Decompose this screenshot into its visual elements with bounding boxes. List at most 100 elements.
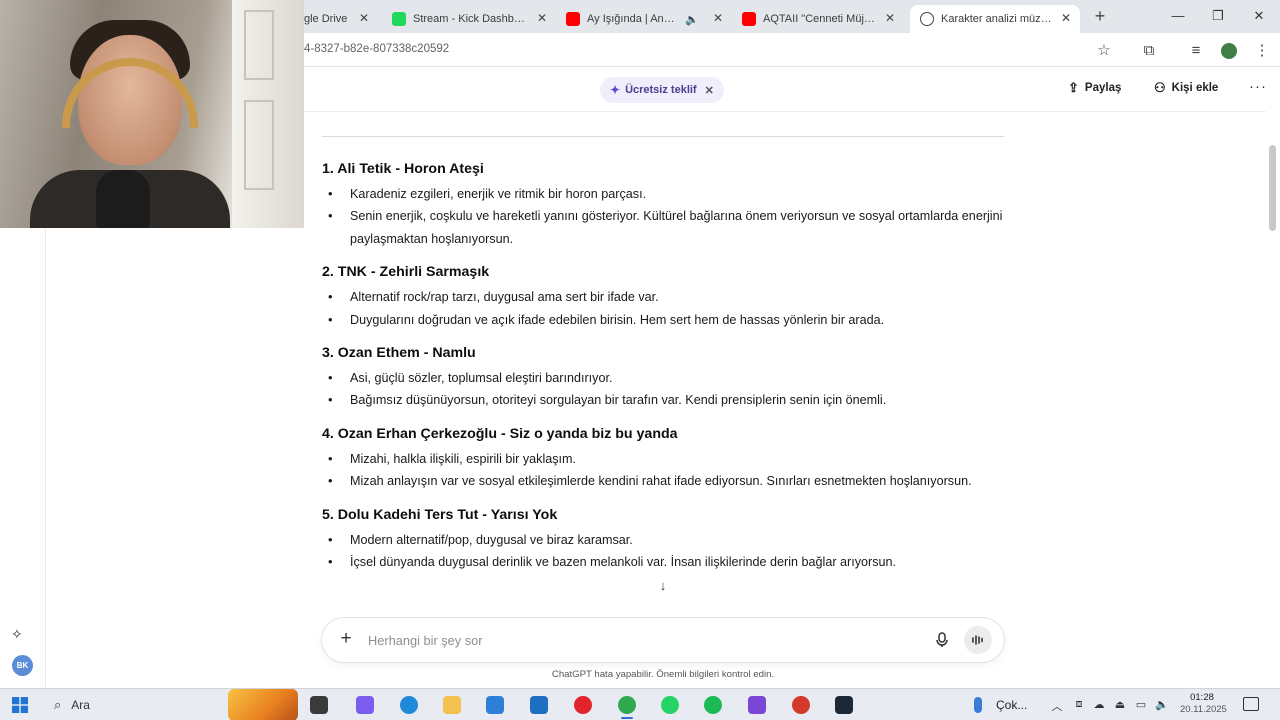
close-icon[interactable]: ✕ bbox=[710, 11, 726, 25]
media-control-icon[interactable]: ≡ bbox=[1186, 41, 1206, 61]
chevron-up-icon[interactable]: ︿ bbox=[1050, 698, 1064, 714]
tray-app-icon[interactable]: ⧈ bbox=[1072, 698, 1086, 711]
taskbar: ⌕ Ara Çok... ︿ ⧈ ☁ ⏏ ▭ 🔈 01:28 20.11.202… bbox=[0, 688, 1280, 720]
spotify-icon[interactable] bbox=[704, 696, 722, 714]
webcam-overlay bbox=[0, 0, 304, 228]
add-person-button[interactable]: ⚇ Kişi ekle bbox=[1154, 80, 1218, 96]
tab-youtube-aqtaii[interactable]: AQTAII "Cenneti Müjdel ✕ bbox=[742, 5, 904, 33]
usb-icon[interactable]: ⏏ bbox=[1113, 698, 1127, 711]
prompt-input[interactable] bbox=[368, 630, 908, 650]
cloud-icon[interactable]: ☁ bbox=[1092, 698, 1106, 711]
chatgpt-icon bbox=[920, 12, 934, 26]
song-heading: 2. TNK - Zehirli Sarmaşık bbox=[322, 264, 490, 281]
list-item: Bağımsız düşünüyorsun, otoriteyi sorgula… bbox=[322, 389, 1004, 412]
youtube-icon bbox=[566, 12, 580, 26]
network-icon[interactable]: ▭ bbox=[1134, 698, 1148, 711]
microphone bbox=[96, 170, 150, 228]
microphone-icon[interactable] bbox=[932, 630, 952, 650]
bullet-list: Asi, güçlü sözler, toplumsal eleştiri ba… bbox=[322, 367, 1004, 412]
edge-icon[interactable] bbox=[400, 696, 418, 714]
song-entry: 3. Ozan Ethem - Namlu Asi, güçlü sözler,… bbox=[322, 345, 1004, 412]
tab-title: AQTAII "Cenneti Müjdel bbox=[763, 13, 875, 25]
tab-kick-dashboard[interactable]: Stream - Kick Dashboard ✕ bbox=[392, 5, 556, 33]
clock-time: 01:28 bbox=[1190, 692, 1214, 703]
search-icon: ⌕ bbox=[54, 697, 62, 712]
list-item: Mizahi, halkla ilişkili, espirili bir ya… bbox=[322, 448, 1004, 471]
bookmark-star-icon[interactable]: ☆ bbox=[1094, 41, 1114, 61]
minimize-button[interactable]: — bbox=[1168, 8, 1188, 23]
bullet-list: Karadeniz ezgileri, enerjik ve ritmik bi… bbox=[322, 183, 1004, 250]
close-window-button[interactable]: ✕ bbox=[1249, 8, 1269, 24]
bullet-list: Modern alternatif/pop, duygusal ve biraz… bbox=[322, 529, 1004, 574]
speedometer-icon[interactable] bbox=[792, 696, 810, 714]
new-tab-button[interactable]: + bbox=[1090, 6, 1110, 27]
mail-icon[interactable] bbox=[530, 696, 548, 714]
chrome-icon[interactable] bbox=[618, 696, 636, 719]
weather-text: Çok... bbox=[996, 698, 1028, 712]
header-divider bbox=[304, 111, 1266, 112]
share-button[interactable]: ⇪ Paylaş bbox=[1068, 80, 1121, 96]
divider bbox=[322, 136, 1004, 137]
extensions-icon[interactable]: ⧉ bbox=[1139, 41, 1159, 61]
clock-date: 20.11.2025 bbox=[1180, 704, 1227, 715]
steam-icon[interactable] bbox=[835, 696, 853, 714]
door-panel bbox=[244, 100, 274, 190]
song-heading: 3. Ozan Ethem - Namlu bbox=[322, 345, 476, 362]
clock[interactable]: 01:28 20.11.2025 bbox=[1180, 692, 1227, 716]
store-icon[interactable] bbox=[486, 696, 504, 714]
sparkle-icon: ✦ bbox=[610, 83, 621, 97]
attach-plus-icon[interactable]: + bbox=[336, 628, 356, 650]
profile-avatar[interactable] bbox=[1219, 41, 1239, 61]
tab-title: Karakter analizi müziğe bbox=[941, 13, 1053, 25]
tab-title: gle Drive bbox=[304, 13, 348, 25]
list-item: Mizah anlayışın var ve sosyal etkileşiml… bbox=[322, 470, 1004, 493]
copilot-icon[interactable] bbox=[356, 696, 374, 714]
windows-start-icon[interactable] bbox=[12, 697, 28, 713]
close-icon[interactable]: ✕ bbox=[882, 11, 898, 25]
youtube-icon bbox=[742, 12, 756, 26]
bullet-list: Alternatif rock/rap tarzı, duygusal ama … bbox=[322, 286, 1004, 331]
close-icon[interactable]: ✕ bbox=[705, 84, 714, 97]
message-composer: + bbox=[322, 618, 1004, 662]
weather-widget[interactable]: Çok... bbox=[974, 689, 1027, 720]
bullet-list: Mizahi, halkla ilişkili, espirili bir ya… bbox=[322, 448, 1004, 493]
file-explorer-icon[interactable] bbox=[443, 696, 461, 714]
song-entry: 5. Dolu Kadehi Ters Tut - Yarısı Yok Mod… bbox=[322, 507, 1004, 574]
browser-menu-icon[interactable]: ⋮ bbox=[1252, 41, 1272, 61]
tab-google-drive[interactable]: gle Drive ✕ bbox=[304, 5, 380, 33]
free-offer-chip[interactable]: ✦ Ücretsiz teklif ✕ bbox=[600, 77, 724, 103]
close-icon[interactable]: ✕ bbox=[356, 11, 372, 25]
list-item: İçsel dünyanda duygusal derinlik ve baze… bbox=[322, 551, 1004, 574]
scroll-to-bottom-icon[interactable]: ↓ bbox=[653, 577, 673, 597]
thermometer-icon bbox=[974, 697, 982, 713]
close-icon[interactable]: ✕ bbox=[1058, 11, 1074, 25]
maximize-button[interactable]: ❐ bbox=[1208, 8, 1228, 24]
sparkle-icon[interactable]: ✧ bbox=[11, 626, 23, 643]
tab-karakter-analizi[interactable]: Karakter analizi müziğe ✕ bbox=[910, 5, 1080, 33]
door-panel bbox=[244, 10, 274, 80]
more-options-icon[interactable]: ··· bbox=[1249, 78, 1267, 95]
avatar[interactable]: BK bbox=[12, 655, 33, 676]
notification-icon[interactable] bbox=[1243, 697, 1259, 711]
task-view-icon[interactable] bbox=[310, 696, 328, 714]
taskbar-search[interactable]: ⌕ Ara bbox=[46, 689, 298, 720]
tab-youtube-anatolia[interactable]: Ay Işığında | Anatolia 🔈 ✕ bbox=[566, 5, 732, 33]
search-label: Ara bbox=[71, 698, 90, 712]
speaker-icon[interactable]: 🔈 bbox=[685, 13, 699, 26]
share-label: Paylaş bbox=[1084, 82, 1122, 94]
whatsapp-icon[interactable] bbox=[661, 696, 679, 714]
song-heading: 4. Ozan Erhan Çerkezoğlu - Siz o yanda b… bbox=[322, 425, 678, 442]
share-icon: ⇪ bbox=[1068, 80, 1079, 95]
close-icon[interactable]: ✕ bbox=[534, 11, 550, 25]
song-heading: 1. Ali Tetik - Horon Ateşi bbox=[322, 161, 484, 177]
opera-icon[interactable] bbox=[574, 696, 592, 714]
song-entry: 1. Ali Tetik - Horon Ateşi Karadeniz ezg… bbox=[322, 161, 1004, 250]
streaming-app-icon[interactable] bbox=[748, 696, 766, 714]
add-person-icon: ⚇ bbox=[1154, 80, 1166, 95]
volume-icon[interactable]: 🔈 bbox=[1155, 698, 1169, 711]
list-item: Duygularını doğrudan ve açık ifade edebi… bbox=[322, 309, 1004, 332]
voice-mode-icon[interactable] bbox=[964, 626, 992, 654]
scrollbar[interactable] bbox=[1269, 145, 1276, 231]
song-entry: 2. TNK - Zehirli Sarmaşık Alternatif roc… bbox=[322, 264, 1004, 331]
url-text[interactable]: 4-8327-b82e-807338c20592 bbox=[304, 43, 449, 55]
